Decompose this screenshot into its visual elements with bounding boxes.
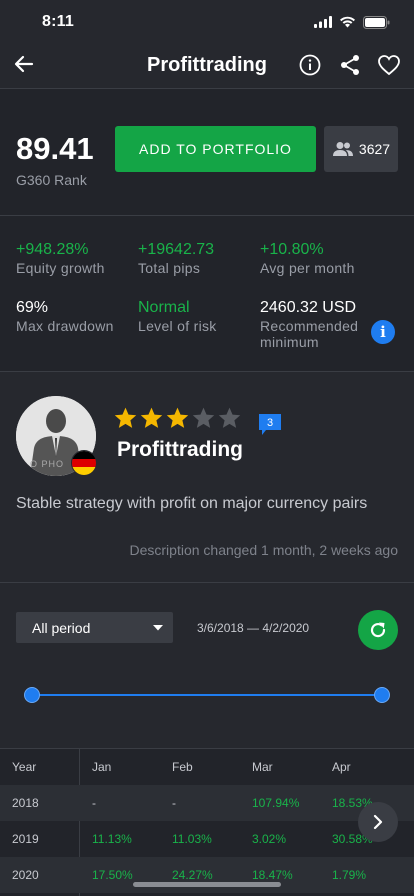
description-changed-note: Description changed 1 month, 2 weeks ago bbox=[129, 542, 399, 558]
stat-label: Total pips bbox=[138, 260, 201, 276]
info-icon[interactable] bbox=[297, 52, 323, 78]
rank-label: G360 Rank bbox=[16, 172, 87, 188]
app-header: Profittrading bbox=[0, 44, 414, 88]
followers-button[interactable]: 3627 bbox=[324, 126, 398, 172]
stat-label: Max drawdown bbox=[16, 318, 114, 334]
star-filled-icon bbox=[114, 407, 137, 428]
table-year-cell: 2019 bbox=[12, 832, 39, 846]
table-value-cell: - bbox=[172, 796, 176, 810]
table-year-cell: 2018 bbox=[12, 796, 39, 810]
table-header-cell: Apr bbox=[332, 760, 351, 774]
stat-level-of-risk: Normal Level of risk bbox=[138, 299, 217, 334]
rank-section: 89.41 G360 Rank ADD TO PORTFOLIO 3627 bbox=[0, 89, 414, 215]
stat-label: Equity growth bbox=[16, 260, 105, 276]
star-filled-icon bbox=[166, 407, 189, 428]
comments-count: 3 bbox=[267, 417, 273, 429]
table-row: 2020 17.50% 24.27% 18.47% 1.79% bbox=[0, 857, 414, 893]
rating-stars bbox=[113, 406, 242, 431]
stat-avg-per-month: +10.80% Avg per month bbox=[260, 241, 355, 276]
slider-handle-start[interactable] bbox=[24, 687, 40, 703]
profile-section: O PHO 3 Profittrading Stable strategy wi… bbox=[0, 372, 414, 582]
info-badge-icon[interactable]: i bbox=[371, 320, 395, 344]
share-icon[interactable] bbox=[337, 52, 363, 78]
battery-icon bbox=[363, 15, 390, 29]
table-header-cell: Year bbox=[12, 760, 37, 774]
period-select-value: All period bbox=[32, 619, 91, 636]
chevron-right-icon bbox=[373, 814, 383, 830]
stat-label: Level of risk bbox=[138, 318, 217, 334]
stat-value: 69% bbox=[16, 299, 49, 316]
refresh-icon bbox=[370, 622, 386, 638]
stat-recommended-minimum: 2460.32 USD Recommended minimum bbox=[260, 299, 358, 350]
stat-value: +10.80% bbox=[260, 241, 324, 258]
table-value-cell: 11.03% bbox=[172, 832, 212, 846]
status-time: 8:11 bbox=[42, 13, 74, 30]
add-to-portfolio-button[interactable]: ADD TO PORTFOLIO bbox=[115, 126, 316, 172]
period-select[interactable]: All period bbox=[16, 612, 173, 643]
stat-value: 2460.32 USD bbox=[260, 299, 357, 316]
followers-count: 3627 bbox=[358, 141, 391, 157]
stat-value: Normal bbox=[138, 299, 190, 316]
comments-badge-icon[interactable]: 3 bbox=[258, 413, 282, 437]
favorite-heart-icon[interactable] bbox=[376, 52, 402, 78]
wifi-icon bbox=[340, 16, 355, 28]
avatar-watermark: O PHO bbox=[30, 459, 65, 469]
users-icon bbox=[332, 142, 353, 156]
strategy-description: Stable strategy with profit on major cur… bbox=[16, 495, 368, 512]
table-header-cell: Feb bbox=[172, 760, 193, 774]
table-value-cell: 11.13% bbox=[92, 832, 132, 846]
stat-value: +948.28% bbox=[16, 241, 89, 258]
table-header-cell: Mar bbox=[252, 760, 273, 774]
table-row: 2019 11.13% 11.03% 3.02% 30.58% bbox=[0, 821, 414, 857]
stat-label: Recommended bbox=[260, 318, 359, 334]
germany-flag-icon bbox=[71, 450, 97, 476]
table-year-cell: 2020 bbox=[12, 868, 39, 882]
table-value-cell: 24.27% bbox=[172, 868, 213, 882]
status-bar: 8:11 bbox=[0, 0, 414, 44]
star-empty-icon bbox=[218, 407, 241, 428]
star-filled-icon bbox=[140, 407, 163, 428]
stat-value: +19642.73 bbox=[138, 241, 215, 258]
date-range: 3/6/2018 — 4/2/2020 bbox=[197, 621, 310, 635]
star-empty-icon bbox=[192, 407, 215, 428]
dropdown-caret-icon bbox=[153, 624, 163, 630]
filter-section: All period 3/6/2018 — 4/2/2020 bbox=[0, 583, 414, 748]
table-value-cell: 107.94% bbox=[252, 796, 300, 810]
signal-icon bbox=[314, 16, 332, 28]
table-value-cell: - bbox=[92, 796, 96, 810]
slider-handle-end[interactable] bbox=[374, 687, 390, 703]
table-value-cell: 3.02% bbox=[252, 832, 287, 846]
table-value-cell: 18.47% bbox=[252, 868, 293, 882]
stat-label: Avg per month bbox=[260, 260, 355, 276]
table-row: 2018- -107.94% 18.53% bbox=[0, 785, 414, 821]
stat-total-pips: +19642.73 Total pips bbox=[138, 241, 214, 276]
stat-max-drawdown: 69% Max drawdown bbox=[16, 299, 114, 334]
scroll-right-button[interactable] bbox=[358, 802, 398, 842]
table-header-cell: Jan bbox=[92, 760, 112, 774]
stat-equity-growth: +948.28% Equity growth bbox=[16, 241, 105, 276]
home-indicator bbox=[133, 882, 281, 887]
monthly-returns-table: Year Jan Feb Mar Apr 2018- -107.94% 18.53% 2019 1… bbox=[0, 749, 414, 896]
rank-value: 89.41 bbox=[16, 131, 94, 166]
system-indicators bbox=[314, 15, 390, 29]
refresh-button[interactable] bbox=[358, 610, 398, 650]
trader-name: Profittrading bbox=[117, 438, 243, 461]
period-slider-track[interactable] bbox=[32, 694, 382, 696]
stats-section: +948.28% Equity growth +19642.73 Total p… bbox=[0, 216, 414, 371]
stat-label-line2: minimum bbox=[260, 334, 319, 350]
table-header-row: Year Jan Feb Mar Apr bbox=[0, 749, 414, 785]
table-value-cell: 17.50% bbox=[92, 868, 133, 882]
table-value-cell: 1.79% bbox=[332, 868, 367, 882]
